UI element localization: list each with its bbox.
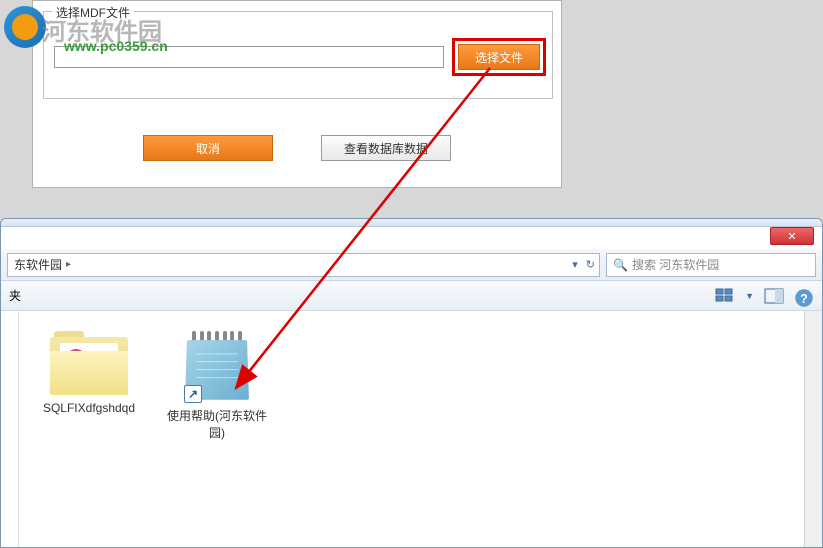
nav-pane-edge[interactable]: [1, 311, 19, 547]
file-label: 使用帮助(河东软件园): [167, 407, 267, 441]
dropdown-icon[interactable]: ▾: [572, 258, 578, 271]
folder-icon: [50, 331, 128, 395]
view-dropdown-icon[interactable]: ▼: [745, 291, 754, 301]
breadcrumb-segment[interactable]: 东软件园: [14, 256, 62, 273]
file-path-input[interactable]: [54, 46, 444, 68]
help-icon[interactable]: ?: [794, 288, 814, 304]
select-mdf-group: 选择MDF文件 选择文件: [43, 11, 553, 99]
preview-pane-icon[interactable]: [764, 288, 784, 304]
search-placeholder: 搜索 河东软件园: [632, 256, 719, 273]
explorer-toolbar: 夹 ▼ ?: [1, 281, 822, 311]
select-file-button[interactable]: 选择文件: [458, 44, 540, 70]
list-item[interactable]: SQLFIXdfgshdqd: [39, 331, 139, 415]
view-database-button[interactable]: 查看数据库数据: [321, 135, 451, 161]
file-list[interactable]: SQLFIXdfgshdqd ↗ 使用帮助(河东软件园): [19, 311, 804, 547]
list-item[interactable]: ↗ 使用帮助(河东软件园): [167, 331, 267, 441]
file-label: SQLFIXdfgshdqd: [39, 401, 139, 415]
svg-text:?: ?: [800, 292, 808, 306]
window-titlebar[interactable]: [1, 219, 822, 227]
close-button[interactable]: ✕: [770, 227, 814, 245]
chevron-right-icon[interactable]: ▸: [66, 259, 71, 270]
file-explorer-window: ✕ 东软件园 ▸ ▾ ↻ 🔍 搜索 河东软件园 夹 ▼: [0, 218, 823, 548]
organize-menu[interactable]: 夹: [9, 287, 21, 304]
search-input[interactable]: 🔍 搜索 河东软件园: [606, 253, 816, 277]
breadcrumb[interactable]: 东软件园 ▸ ▾ ↻: [7, 253, 600, 277]
vertical-scrollbar[interactable]: [804, 311, 822, 547]
refresh-icon[interactable]: ↻: [586, 258, 595, 271]
explorer-content: SQLFIXdfgshdqd ↗ 使用帮助(河东软件园): [1, 311, 822, 547]
address-bar: 东软件园 ▸ ▾ ↻ 🔍 搜索 河东软件园: [1, 249, 822, 281]
notepad-shortcut-icon: ↗: [182, 331, 252, 401]
cancel-button[interactable]: 取消: [143, 135, 273, 161]
shortcut-arrow-icon: ↗: [184, 385, 202, 403]
mdf-dialog: 选择MDF文件 选择文件 取消 查看数据库数据: [32, 0, 562, 188]
view-options-icon[interactable]: [715, 288, 735, 304]
search-icon: 🔍: [613, 258, 628, 272]
group-label: 选择MDF文件: [52, 4, 134, 21]
